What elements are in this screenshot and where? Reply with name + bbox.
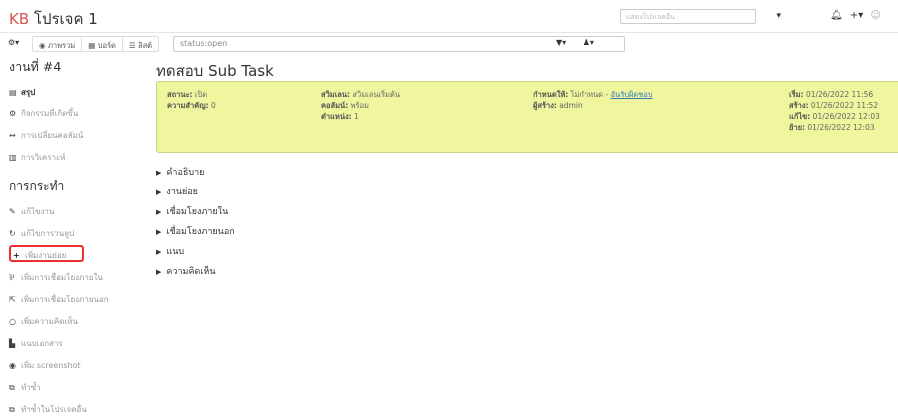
caret-right-icon: ▶ [156, 169, 162, 177]
duplicate-icon: ⧉ [9, 383, 15, 392]
section-subtasks[interactable]: ▶ งานย่อย [156, 184, 198, 198]
sidebar-item-add-internal-link[interactable]: ⅌ เพิ่มการเชื่อมโยงภายใน [9, 271, 103, 284]
comment-icon: ○ [9, 317, 16, 326]
plus-icon: + [13, 251, 20, 260]
page-title: ทดสอบ Sub Task [156, 62, 274, 80]
sidebar-item-transitions[interactable]: ↔ การเปลี่ยนคอลัมน์ [9, 129, 83, 142]
project-name[interactable]: โปรเจค 1 [34, 10, 98, 28]
summary-col-status: สถานะ: เปิด ความสำคัญ: 0 [167, 90, 216, 110]
summary-icon: ▤ [9, 88, 17, 97]
avatar-icon[interactable]: ☺ [870, 10, 880, 21]
copy-icon: ⧉ [9, 405, 15, 414]
chart-icon: ▥ [9, 153, 17, 162]
gear-icon[interactable]: ⚙▾ [8, 38, 19, 47]
sidebar-item-edit-recurrence[interactable]: ↻ แก้ไขการวนลูป [9, 227, 74, 240]
caret-right-icon: ▶ [156, 188, 162, 196]
edit-icon: ✎ [9, 207, 16, 216]
sidebar-item-add-external-link[interactable]: ⇱ เพิ่มการเชื่อมโยงภายนอก [9, 293, 109, 306]
external-link-icon: ⇱ [9, 295, 16, 304]
refresh-icon: ↻ [9, 229, 16, 238]
summary-col-dates: เริ่ม: 01/26/2022 11:56 สร้าง: 01/26/202… [789, 90, 880, 132]
section-description[interactable]: ▶ คำอธิบาย [156, 165, 204, 179]
sidebar-item-analytics[interactable]: ▥ การวิเคราะห์ [9, 151, 66, 164]
section-comments[interactable]: ▶ ความคิดเห็น [156, 264, 215, 278]
section-attachments[interactable]: ▶ แนบ [156, 244, 184, 258]
camera-icon: ◉ [9, 361, 16, 370]
summary-col-board: สวิมเลน: สวิมเลนเริ่มต้น คอลัมน์: พร้อม … [321, 90, 400, 121]
actions-heading: การกระทำ [9, 179, 65, 193]
user-filter-icon[interactable]: ♟▾ [583, 38, 594, 47]
assign-to-me-link[interactable]: อันรับผิดชอบ [611, 90, 653, 99]
chevron-down-icon: ▾ [776, 11, 781, 21]
plus-icon[interactable]: +▾ [850, 10, 863, 21]
arrows-icon: ↔ [9, 131, 16, 140]
brand-logo[interactable]: KB [9, 10, 29, 28]
activity-icon: ⚙ [9, 109, 17, 118]
task-summary-panel: สถานะ: เปิด ความสำคัญ: 0 สวิมเลน: สวิมเล… [156, 81, 898, 153]
sidebar-item-summary[interactable]: ▤ สรุป [9, 86, 35, 99]
sidebar-item-add-comment[interactable]: ○ เพิ่มความคิดเห็น [9, 315, 78, 328]
caret-right-icon: ▶ [156, 268, 162, 276]
sidebar-item-attach-document[interactable]: ▙ แนบเอกสาร [9, 337, 63, 350]
filter-buttons: ▼▾ ♟▾ [556, 38, 608, 47]
sidebar-item-activity[interactable]: ⚙ กิจกรรมที่เกิดขึ้น [9, 107, 78, 120]
project-switcher-select[interactable]: แสดงโปรเจคอื่น ▾ [620, 9, 781, 24]
filter-icon[interactable]: ▼▾ [556, 38, 566, 47]
caret-right-icon: ▶ [156, 228, 162, 236]
task-number-title: งานที่ #4 [9, 59, 62, 74]
file-icon: ▙ [9, 339, 16, 348]
view-overview-button[interactable]: ◉ ภาพรวม [33, 37, 83, 51]
sidebar-item-duplicate-to-project[interactable]: ⧉ ทำซ้ำในโปรเจคอื่น [9, 403, 87, 416]
caret-right-icon: ▶ [156, 248, 162, 256]
filter-bar: ⚙▾ ◉ ภาพรวม ▦ บอร์ด ☰ ลิสต์ status:open … [0, 33, 898, 55]
sidebar-item-add-screenshot[interactable]: ◉ เพิ่ม screenshot [9, 359, 81, 372]
sidebar-item-edit-task[interactable]: ✎ แก้ไขงาน [9, 205, 54, 218]
view-switcher: ◉ ภาพรวม ▦ บอร์ด ☰ ลิสต์ [32, 36, 160, 52]
view-board-button[interactable]: ▦ บอร์ด [82, 37, 123, 51]
sidebar-item-duplicate[interactable]: ⧉ ทำซ้ำ [9, 381, 41, 394]
bell-icon[interactable]: 🔔︎ [830, 10, 843, 21]
header-actions: 🔔︎ +▾ ☺ [830, 10, 885, 21]
code-fork-icon: ⅌ [9, 273, 15, 282]
sidebar-item-add-subtask[interactable]: + เพิ่มงานย่อย [13, 249, 66, 262]
section-internal-links[interactable]: ▶ เชื่อมโยงภายใน [156, 204, 228, 218]
project-switcher-placeholder: แสดงโปรเจคอื่น [626, 13, 675, 21]
caret-right-icon: ▶ [156, 208, 162, 216]
view-list-button[interactable]: ☰ ลิสต์ [123, 37, 158, 51]
app-title[interactable]: KB โปรเจค 1 [9, 7, 98, 31]
section-external-links[interactable]: ▶ เชื่อมโยงภายนอก [156, 224, 235, 238]
top-header: KB โปรเจค 1 แสดงโปรเจคอื่น ▾ 🔔︎ +▾ ☺ [0, 0, 898, 33]
summary-col-people: กำหนดให้: ไม่กำหนด - อันรับผิดชอบ ผู้สร้… [533, 90, 653, 110]
